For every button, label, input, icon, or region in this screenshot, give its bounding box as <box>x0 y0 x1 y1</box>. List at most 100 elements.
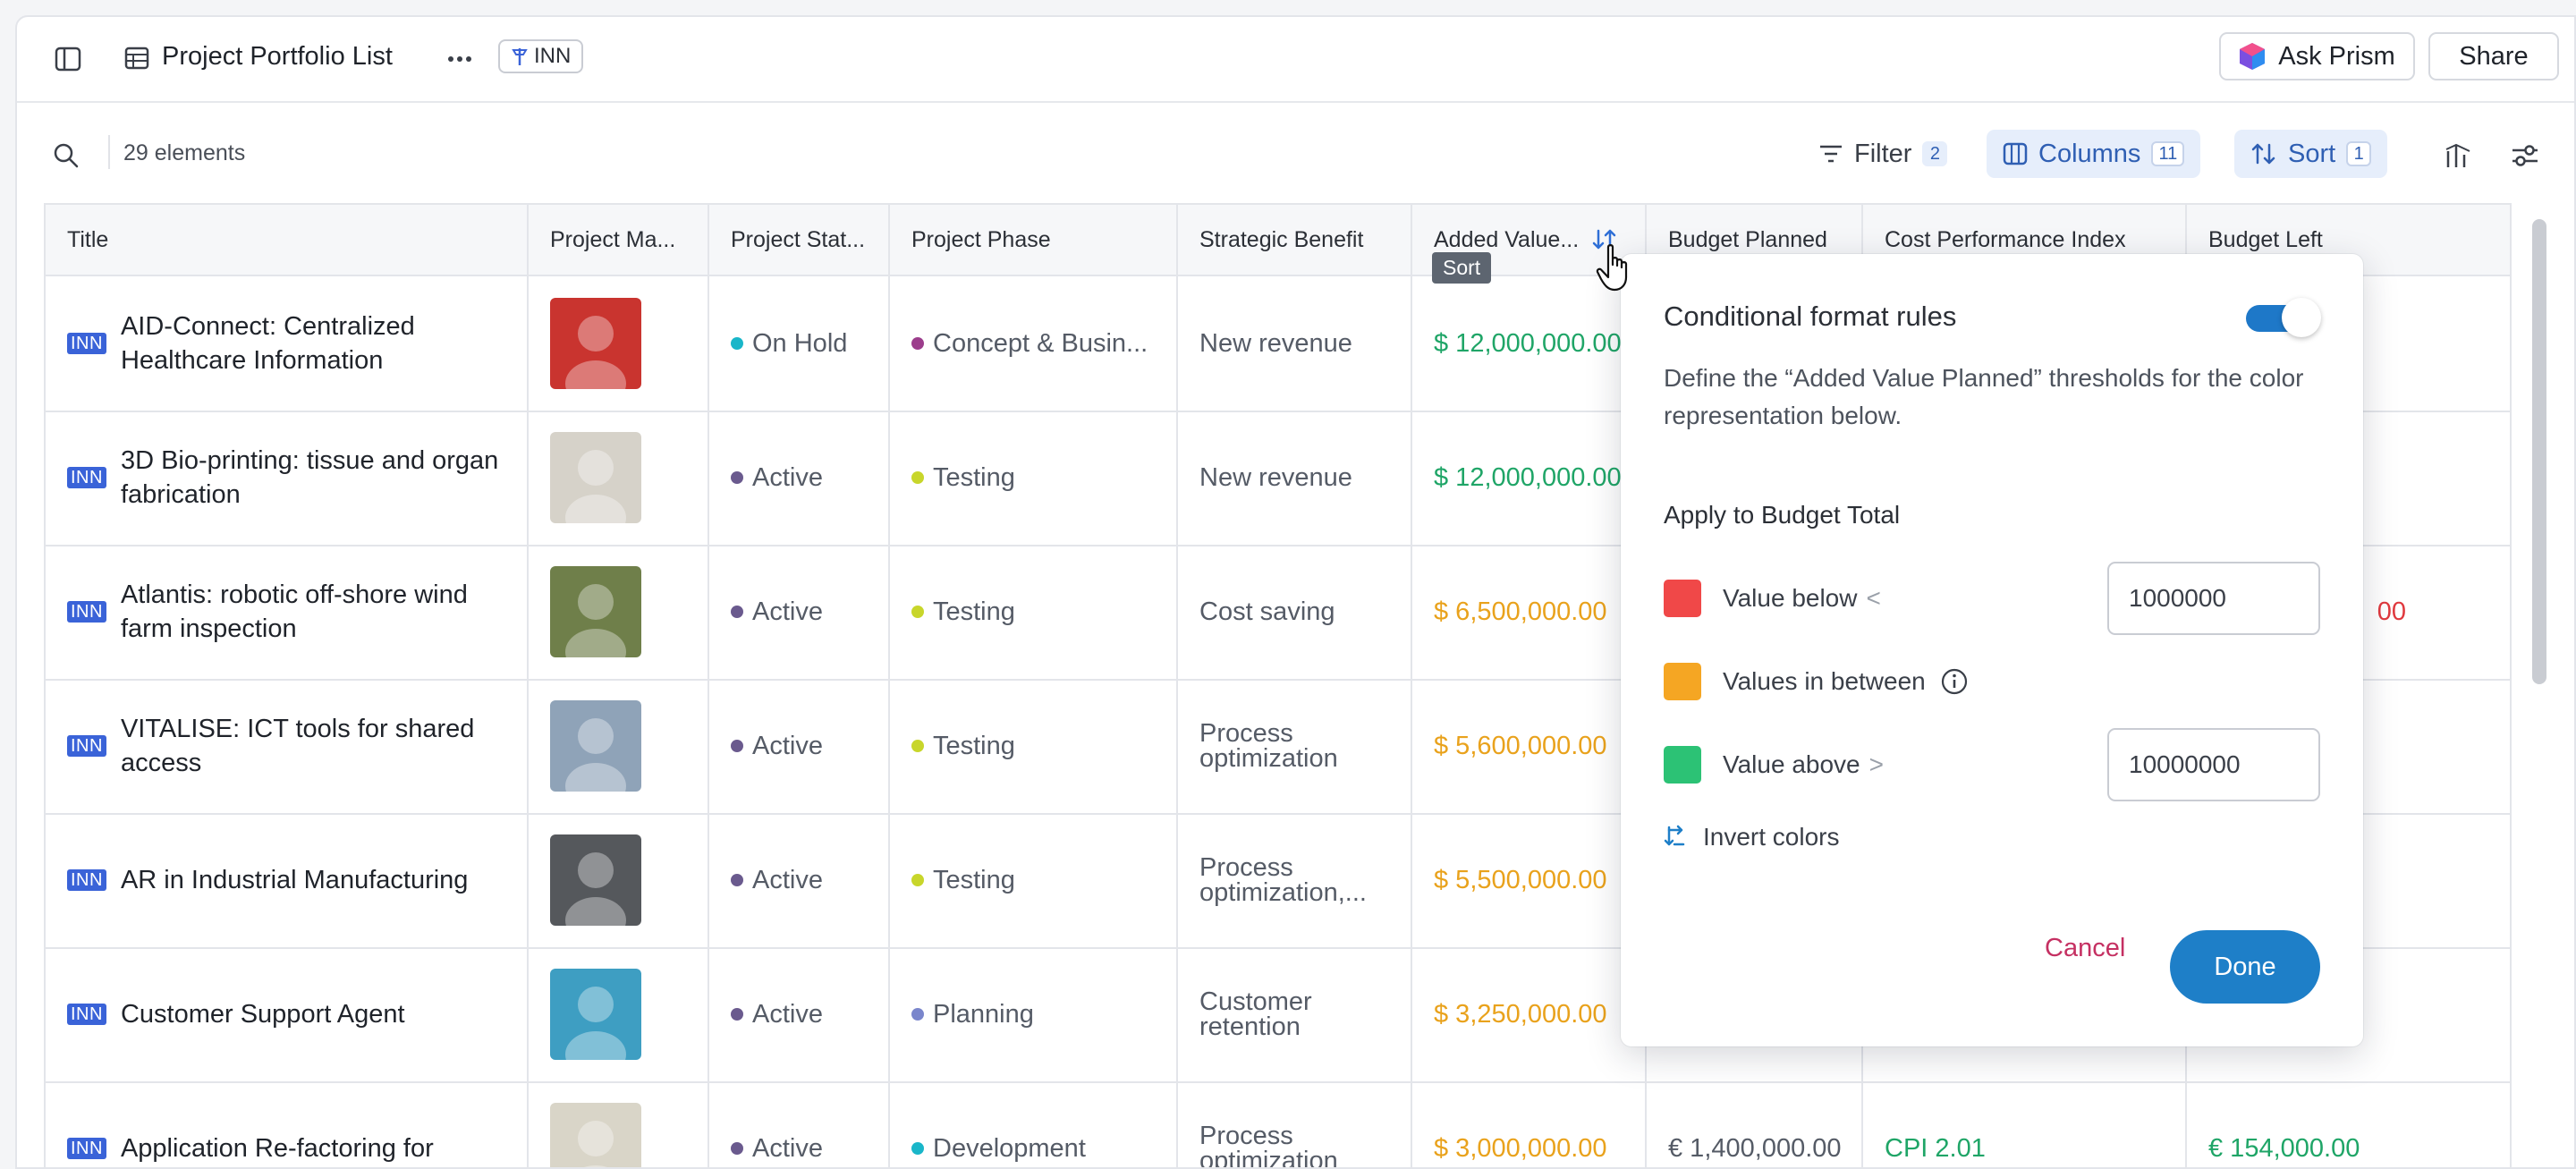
cell-project-status[interactable]: Active <box>709 679 890 813</box>
cell-project-phase[interactable]: Testing <box>890 679 1178 813</box>
status-dot <box>731 1142 743 1155</box>
cell-added-value[interactable]: $ 6,500,000.00 <box>1412 545 1647 679</box>
table-icon <box>123 44 151 72</box>
avatar[interactable] <box>550 432 641 541</box>
conditional-format-toggle[interactable] <box>2246 298 2321 337</box>
cell-strategic-benefit[interactable]: Customer retention <box>1178 947 1412 1081</box>
avatar[interactable] <box>550 566 641 675</box>
avatar[interactable] <box>550 969 641 1078</box>
cell-project-manager[interactable] <box>529 545 709 679</box>
vertical-scrollbar[interactable] <box>2532 219 2546 684</box>
cell-title[interactable]: INN AID-Connect: Centralized Healthcare I… <box>46 276 529 411</box>
category-tag[interactable]: INN <box>498 39 584 73</box>
cell-project-status[interactable]: Active <box>709 545 890 679</box>
column-header-strategic-benefit[interactable]: Strategic Benefit <box>1178 205 1412 275</box>
page-title: Project Portfolio List <box>162 42 393 71</box>
cell-strategic-benefit[interactable]: Cost saving <box>1178 545 1412 679</box>
cell-title[interactable]: INN Customer Support Agent <box>46 947 529 1081</box>
phase-dot <box>911 1142 924 1155</box>
chart-view-icon[interactable] <box>2443 140 2475 171</box>
cell-added-value[interactable]: $ 3,000,000.00 <box>1412 1081 1647 1167</box>
cell-added-value[interactable]: $ 5,500,000.00 <box>1412 813 1647 947</box>
less-than-icon: < <box>1866 584 1881 612</box>
greater-than-icon: > <box>1868 750 1884 778</box>
status-label: On Hold <box>752 328 848 358</box>
inn-tag: INN <box>67 333 106 354</box>
green-color-swatch[interactable] <box>1664 746 1701 784</box>
cell-project-phase[interactable]: Concept & Busin... <box>890 276 1178 411</box>
avatar[interactable] <box>550 834 641 944</box>
cell-project-status[interactable]: Active <box>709 411 890 545</box>
benefit-label: New revenue <box>1199 329 1352 358</box>
project-title: 3D Bio-printing: tissue and organ fabric… <box>120 446 499 509</box>
cell-title[interactable]: INN VITALISE: ICT tools for shared access <box>46 679 529 813</box>
cell-project-phase[interactable]: Development <box>890 1081 1178 1167</box>
orange-color-swatch[interactable] <box>1664 663 1701 700</box>
benefit-label: Cost saving <box>1199 597 1335 626</box>
column-header-project-manager[interactable]: Project Ma... <box>529 205 709 275</box>
column-header-project-phase[interactable]: Project Phase <box>890 205 1178 275</box>
table-row[interactable]: INN Application Re-factoring for Active Dev… <box>46 1081 2510 1167</box>
ask-prism-button[interactable]: Ask Prism <box>2219 32 2415 80</box>
cell-strategic-benefit[interactable]: New revenue <box>1178 276 1412 411</box>
share-button[interactable]: Share <box>2428 32 2559 80</box>
cell-strategic-benefit[interactable]: New revenue <box>1178 411 1412 545</box>
value-below-input[interactable]: 1000000 <box>2107 562 2320 635</box>
cell-project-manager[interactable] <box>529 679 709 813</box>
benefit-label: Customer retention <box>1199 987 1312 1041</box>
cell-added-value[interactable]: $ 3,250,000.00 <box>1412 947 1647 1081</box>
cell-project-status[interactable]: Active <box>709 947 890 1081</box>
filter-button[interactable]: Filter 2 <box>1802 130 1963 178</box>
cancel-button[interactable]: Cancel <box>2045 934 2125 963</box>
cell-project-status[interactable]: On Hold <box>709 276 890 411</box>
phase-label: Concept & Busin... <box>933 328 1148 358</box>
cell-project-status[interactable]: Active <box>709 1081 890 1167</box>
cell-project-manager[interactable] <box>529 813 709 947</box>
cell-project-status[interactable]: Active <box>709 813 890 947</box>
settings-sliders-icon[interactable] <box>2509 140 2541 171</box>
cell-title[interactable]: INN 3D Bio-printing: tissue and organ fab… <box>46 411 529 545</box>
cell-title[interactable]: INN Atlantis: robotic off-shore wind farm… <box>46 545 529 679</box>
cell-project-phase[interactable]: Planning <box>890 947 1178 1081</box>
avatar[interactable] <box>550 1103 641 1167</box>
cell-project-phase[interactable]: Testing <box>890 813 1178 947</box>
avatar[interactable] <box>550 700 641 809</box>
value-above-input[interactable]: 10000000 <box>2107 728 2320 801</box>
cell-strategic-benefit[interactable]: Process optimization,... <box>1178 813 1412 947</box>
red-color-swatch[interactable] <box>1664 580 1701 617</box>
cell-budget-left[interactable]: € 154,000.00 <box>2187 1081 2510 1167</box>
added-value-amount: $ 6,500,000.00 <box>1434 597 1607 626</box>
done-button[interactable]: Done <box>2170 930 2320 1004</box>
sidebar-toggle-icon[interactable] <box>51 42 85 76</box>
columns-button[interactable]: Columns 11 <box>1987 130 2201 178</box>
invert-colors-button[interactable]: Invert colors <box>1664 823 1840 851</box>
info-icon[interactable] <box>1940 667 1969 696</box>
cell-project-manager[interactable] <box>529 947 709 1081</box>
cell-project-manager[interactable] <box>529 411 709 545</box>
rule-value-above: Value above > <box>1664 728 1884 801</box>
sort-button[interactable]: Sort 1 <box>2234 130 2388 178</box>
cell-added-value[interactable]: $ 5,600,000.00 <box>1412 679 1647 813</box>
cell-added-value[interactable]: $ 12,000,000.00 <box>1412 411 1647 545</box>
cell-title[interactable]: INN Application Re-factoring for <box>46 1081 529 1167</box>
phase-label: Development <box>933 1133 1086 1163</box>
budget-left-amount: € 154,000.00 <box>2208 1133 2360 1163</box>
title-bar: Project Portfolio List INN Ask Prism Sha… <box>17 17 2574 103</box>
benefit-label: Process optimization,... <box>1199 853 1367 907</box>
cell-project-manager[interactable] <box>529 276 709 411</box>
cell-project-phase[interactable]: Testing <box>890 545 1178 679</box>
inn-tag: INN <box>67 1004 106 1025</box>
avatar[interactable] <box>550 298 641 407</box>
cell-strategic-benefit[interactable]: Process optimization <box>1178 1081 1412 1167</box>
column-header-project-status[interactable]: Project Stat... <box>709 205 890 275</box>
cell-project-manager[interactable] <box>529 1081 709 1167</box>
cell-project-phase[interactable]: Testing <box>890 411 1178 545</box>
cell-budget-planned[interactable]: € 1,400,000.00 <box>1647 1081 1863 1167</box>
column-header-title[interactable]: Title <box>46 205 529 275</box>
cell-cost-performance-index[interactable]: CPI 2.01 <box>1863 1081 2187 1167</box>
cell-title[interactable]: INN AR in Industrial Manufacturing <box>46 813 529 947</box>
more-options-icon[interactable] <box>445 44 475 74</box>
cell-strategic-benefit[interactable]: Process optimization <box>1178 679 1412 813</box>
phase-dot <box>911 337 924 350</box>
search-icon[interactable] <box>51 140 81 171</box>
